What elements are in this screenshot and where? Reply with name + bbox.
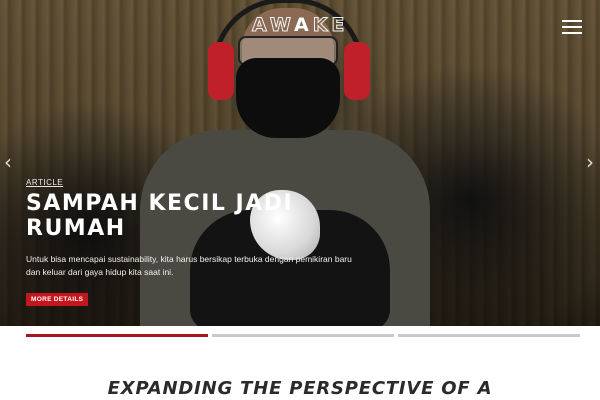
slider-progress: [26, 334, 580, 338]
hero-image-earmuff-right: [344, 42, 370, 100]
hero-caption: ARTICLE SAMPAH KECIL JADI RUMAH Untuk bi…: [26, 178, 356, 306]
hero-image-mask: [236, 58, 340, 138]
hero-description: Untuk bisa mencapai sustainability, kita…: [26, 254, 352, 277]
menu-line: [562, 26, 582, 28]
more-details-button[interactable]: MORE DETAILS: [26, 293, 89, 306]
slide-indicator-2[interactable]: [212, 334, 394, 337]
hero-headline: SAMPAH KECIL JADI RUMAH: [26, 191, 294, 241]
logo-text-start: AW: [252, 14, 294, 37]
logo-text-end: KE: [312, 14, 349, 37]
slide-indicator-3[interactable]: [398, 334, 580, 337]
menu-line: [562, 20, 582, 22]
slide-progress-fill: [26, 334, 208, 337]
chevron-left-icon[interactable]: ‹: [4, 150, 12, 174]
logo-text-accent: A: [293, 14, 313, 36]
article-kicker[interactable]: ARTICLE: [26, 178, 356, 187]
hamburger-menu-icon[interactable]: [562, 20, 582, 34]
section-title: EXPANDING THE PERSPECTIVE OF A: [107, 378, 493, 399]
site-logo[interactable]: AWAKE: [252, 14, 349, 37]
chevron-right-icon[interactable]: ›: [586, 150, 594, 174]
slide-indicator-1[interactable]: [26, 334, 208, 337]
hero-image-earmuff-left: [208, 42, 234, 100]
menu-line: [562, 32, 582, 34]
